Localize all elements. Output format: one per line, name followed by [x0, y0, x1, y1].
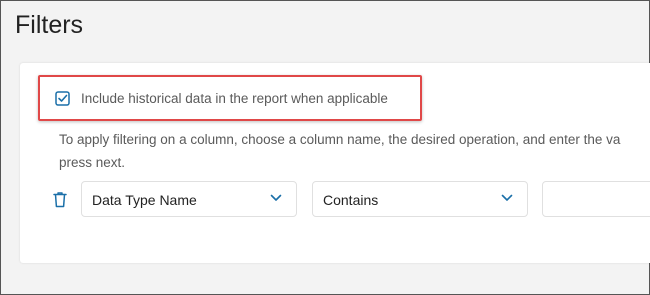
chevron-down-icon[interactable]: [270, 194, 282, 202]
column-name-value: Data Type Name: [92, 192, 197, 208]
filter-instructions: To apply filtering on a column, choose a…: [59, 128, 650, 174]
include-historical-checkbox[interactable]: Include historical data in the report wh…: [55, 91, 388, 106]
filter-row: Data Type Name Contains: [52, 181, 650, 217]
filter-instructions-line-1: To apply filtering on a column, choose a…: [59, 132, 621, 147]
filter-value-input[interactable]: [542, 181, 650, 217]
operation-select[interactable]: Contains: [312, 181, 528, 217]
chevron-down-icon[interactable]: [501, 194, 513, 202]
filter-instructions-line-2: press next.: [59, 155, 126, 170]
trash-icon[interactable]: [52, 191, 68, 208]
checkbox-checked-icon[interactable]: [55, 91, 70, 106]
column-name-select[interactable]: Data Type Name: [81, 181, 297, 217]
include-historical-label[interactable]: Include historical data in the report wh…: [81, 91, 388, 106]
operation-value: Contains: [323, 192, 379, 208]
page-title: Filters: [15, 11, 84, 39]
